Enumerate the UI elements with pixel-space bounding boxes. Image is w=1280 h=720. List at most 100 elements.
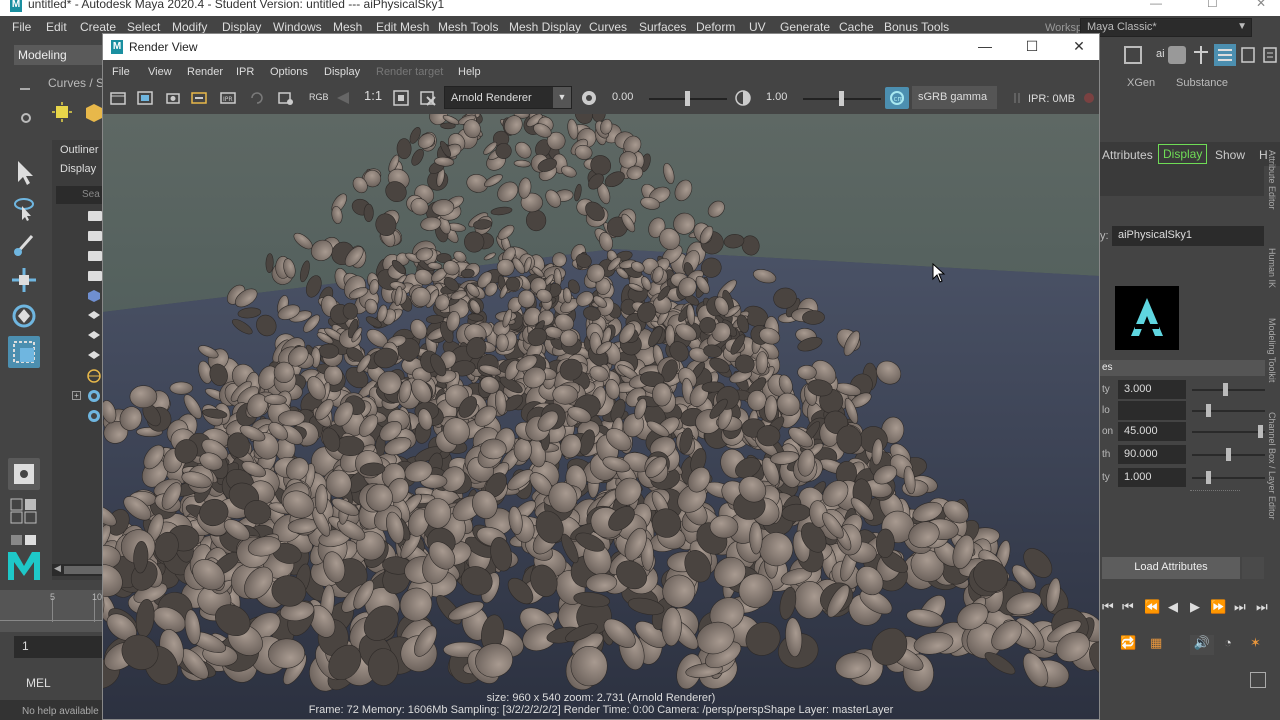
globe-icon[interactable]	[87, 369, 101, 383]
menu-display[interactable]: Display	[222, 20, 261, 34]
panel-toggle-icon[interactable]	[1124, 46, 1142, 64]
attribute-slider-handle[interactable]	[1226, 448, 1231, 461]
go-to-end-icon[interactable]: ⏭	[1256, 599, 1268, 615]
render-image[interactable]: size: 960 x 540 zoom: 2.731 (Arnold Rend…	[103, 114, 1099, 719]
camera-icon[interactable]	[88, 211, 102, 221]
gamma-value[interactable]: 1.00	[766, 91, 787, 103]
fps-icon[interactable]: ◔	[1224, 635, 1232, 650]
outliner-search[interactable]: Sea	[56, 186, 102, 204]
tab-modeling-toolkit[interactable]: Modeling Toolkit	[1267, 318, 1277, 382]
loop-icon[interactable]: 🔁	[1120, 635, 1136, 651]
attribute-slider[interactable]	[1192, 389, 1265, 391]
tab-human-ik[interactable]: Human IK	[1267, 248, 1277, 288]
step-forward-key-icon[interactable]: ⏭	[1234, 599, 1246, 615]
attribute-value-field[interactable]: 1.000	[1118, 468, 1186, 487]
stop-render-icon[interactable]	[1081, 90, 1097, 106]
rv-menu-view[interactable]: View	[148, 66, 172, 78]
step-back-key-icon[interactable]: ⏮	[1122, 599, 1134, 615]
character-icon[interactable]: ✶	[1250, 635, 1261, 651]
attribute-slider-handle[interactable]	[1205, 471, 1211, 484]
tab-xgen[interactable]: XGen	[1127, 77, 1155, 89]
color-management-toggle[interactable]: cm	[885, 87, 909, 109]
menu-edit-mesh[interactable]: Edit Mesh	[376, 20, 429, 34]
section-header[interactable]: es	[1100, 360, 1265, 376]
menu-deform[interactable]: Deform	[696, 20, 735, 34]
snapshot-icon[interactable]	[165, 90, 181, 106]
workspace-select[interactable]: Maya Classic* ▼	[1080, 18, 1252, 37]
scale-tool-icon[interactable]	[8, 336, 40, 368]
exposure-icon[interactable]	[581, 90, 597, 106]
modeling-toolkit-icon[interactable]	[1194, 46, 1208, 64]
menu-select[interactable]: Select	[127, 20, 160, 34]
menu-create[interactable]: Create	[80, 20, 116, 34]
renderer-dropdown[interactable]: Arnold Renderer ▼	[444, 86, 572, 109]
menu-mesh-tools[interactable]: Mesh Tools	[438, 20, 498, 34]
rv-menu-options[interactable]: Options	[270, 66, 308, 78]
attribute-value-field[interactable]: 45.000	[1118, 422, 1186, 441]
shelf-tab-curves[interactable]: Curves / S	[48, 76, 104, 90]
menu-cache[interactable]: Cache	[839, 20, 874, 34]
panel-layout-icon[interactable]	[10, 534, 38, 546]
show-menu[interactable]: Show	[1215, 148, 1245, 162]
layer-icon[interactable]	[87, 349, 101, 363]
attribute-slider[interactable]	[1192, 410, 1265, 412]
attribute-slider[interactable]	[1192, 431, 1265, 433]
expand-icon[interactable]: +	[72, 391, 81, 400]
real-size-toggle[interactable]: 1:1	[364, 88, 382, 103]
start-frame-field[interactable]: 1	[14, 636, 102, 658]
command-line[interactable]	[0, 670, 102, 696]
rv-menu-ipr[interactable]: IPR	[236, 66, 254, 78]
move-tool-icon[interactable]	[8, 264, 40, 296]
go-to-start-icon[interactable]: ⏮	[1102, 599, 1114, 615]
menu-edit[interactable]: Edit	[46, 20, 67, 34]
rv-menu-display[interactable]: Display	[324, 66, 360, 78]
prev-key-icon[interactable]: ⏪	[1144, 599, 1160, 615]
play-forward-icon[interactable]: ▶	[1190, 599, 1200, 615]
attribute-editor-toggle-icon[interactable]	[1214, 44, 1236, 66]
cache-icon[interactable]: ▦	[1150, 635, 1162, 651]
exposure-slider-handle[interactable]	[685, 91, 690, 106]
menuset-dropdown[interactable]: Modeling	[14, 45, 102, 65]
gear-icon[interactable]	[20, 112, 32, 124]
mel-label[interactable]: MEL	[26, 676, 51, 690]
rgb-channel-toggle[interactable]: RGB	[309, 92, 329, 102]
attribute-value-field[interactable]: 90.000	[1118, 445, 1186, 464]
refresh-ipr-icon[interactable]	[249, 90, 265, 106]
render-region-icon[interactable]	[137, 90, 153, 106]
redo-render-icon[interactable]	[110, 90, 126, 106]
outliner-display-menu[interactable]: Display	[60, 163, 96, 175]
ipr-render-icon[interactable]: IPR	[220, 90, 236, 106]
select-tool-icon[interactable]	[8, 156, 40, 188]
last-tool-icon[interactable]	[8, 458, 40, 490]
mesh-icon[interactable]	[87, 289, 101, 303]
lasso-tool-icon[interactable]	[8, 192, 40, 224]
tool-settings-icon[interactable]	[1240, 46, 1256, 64]
gamma-icon[interactable]	[735, 90, 751, 106]
ipr-stop-icon[interactable]	[1009, 90, 1025, 106]
ai-icon[interactable]: ai	[1156, 48, 1165, 60]
sound-icon[interactable]: 🔊	[1190, 635, 1214, 655]
render-view-title-bar[interactable]: M Render View — ☐ ✕	[103, 34, 1099, 60]
menu-uv[interactable]: UV	[749, 20, 766, 34]
display-menu[interactable]: Display	[1158, 144, 1208, 164]
next-key-icon[interactable]: ⏩	[1210, 599, 1226, 615]
menu-mesh[interactable]: Mesh	[333, 20, 362, 34]
sky-light-icon[interactable]	[87, 409, 101, 423]
attributes-menu[interactable]: Attributes	[1102, 148, 1153, 162]
shelf-minimize-icon[interactable]	[20, 80, 30, 90]
camera-icon[interactable]	[88, 271, 102, 281]
camera-icon[interactable]	[88, 251, 102, 261]
load-attributes-button[interactable]: Load Attributes	[1102, 557, 1240, 579]
close-button[interactable]: ✕	[1069, 38, 1089, 56]
render-settings-icon[interactable]	[278, 90, 294, 106]
rv-menu-render[interactable]: Render	[187, 66, 223, 78]
layout-icons[interactable]	[10, 498, 38, 524]
menu-bonus-tools[interactable]: Bonus Tools	[884, 20, 949, 34]
outliner-scrollbar[interactable]: ◀	[52, 563, 102, 576]
sky-light-icon[interactable]	[87, 389, 101, 403]
menu-windows[interactable]: Windows	[273, 20, 322, 34]
alpha-channel-icon[interactable]	[335, 90, 351, 106]
menu-modify[interactable]: Modify	[172, 20, 207, 34]
attribute-slider-handle[interactable]	[1257, 425, 1263, 438]
remove-image-icon[interactable]	[420, 90, 436, 106]
